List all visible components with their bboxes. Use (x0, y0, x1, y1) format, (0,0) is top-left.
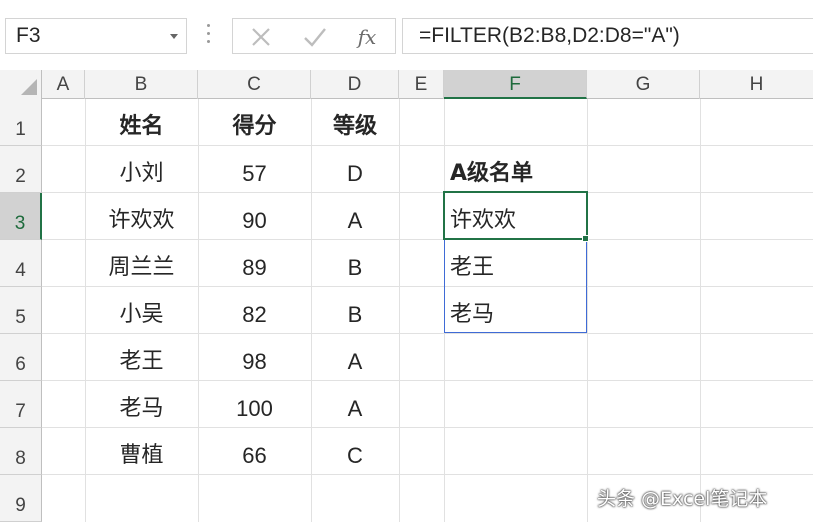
row-header-5[interactable]: 5 (0, 287, 42, 334)
cell-grade[interactable]: B (311, 240, 399, 287)
row-header-7[interactable]: 7 (0, 381, 42, 428)
name-box-dropdown-icon[interactable] (170, 34, 178, 39)
formula-input[interactable]: =FILTER(B2:B8,D2:D8="A") (402, 18, 813, 54)
cell-score[interactable]: 57 (198, 146, 311, 193)
column-header-e[interactable]: E (399, 70, 444, 99)
cell-score[interactable]: 90 (198, 193, 311, 240)
column-header-c[interactable]: C (198, 70, 311, 99)
cell-name[interactable]: 老马 (85, 381, 198, 428)
column-header-b[interactable]: B (85, 70, 198, 99)
name-box-value: F3 (16, 24, 41, 47)
column-header-g[interactable]: G (587, 70, 700, 99)
enter-check-icon[interactable] (301, 23, 329, 51)
cell-name[interactable]: 曹植 (85, 428, 198, 475)
row-header-1[interactable]: 1 (0, 99, 42, 146)
active-cell-border (443, 191, 588, 240)
cell-grade[interactable]: C (311, 428, 399, 475)
cell-score[interactable]: 82 (198, 287, 311, 334)
cell-score[interactable]: 89 (198, 240, 311, 287)
column-header-f[interactable]: F (444, 70, 587, 99)
header-cell-name[interactable]: 姓名 (85, 99, 198, 146)
watermark: 头条 @Excel笔记本 (597, 488, 768, 510)
column-header-a[interactable]: A (42, 70, 85, 99)
cell-grade[interactable]: A (311, 334, 399, 381)
cell-score[interactable]: 66 (198, 428, 311, 475)
row-header-6[interactable]: 6 (0, 334, 42, 381)
worksheet-grid[interactable]: A B C D E F G H 1 2 3 4 5 6 7 8 9 姓名 得分 … (0, 70, 813, 522)
insert-function-icon[interactable]: fx (353, 23, 381, 51)
cell-grade[interactable]: A (311, 193, 399, 240)
cell-name[interactable]: 周兰兰 (85, 240, 198, 287)
cell-grade[interactable]: D (311, 146, 399, 193)
cell-name[interactable]: 小吴 (85, 287, 198, 334)
row-header-3[interactable]: 3 (0, 193, 42, 240)
cancel-icon[interactable] (247, 23, 275, 51)
cell-score[interactable]: 100 (198, 381, 311, 428)
fill-handle[interactable] (582, 235, 589, 242)
name-box[interactable]: F3 (5, 18, 187, 54)
cell-name[interactable]: 小刘 (85, 146, 198, 193)
cell-name[interactable]: 许欢欢 (85, 193, 198, 240)
formula-buttons: fx (232, 18, 396, 54)
formula-bar: F3 fx =FILTER(B2:B8,D2:D8="A") (0, 0, 813, 68)
column-header-h[interactable]: H (700, 70, 813, 99)
formula-text: =FILTER(B2:B8,D2:D8="A") (419, 24, 680, 47)
formula-bar-resize-handle[interactable] (205, 24, 211, 46)
header-cell-score[interactable]: 得分 (198, 99, 311, 146)
row-header-9[interactable]: 9 (0, 475, 42, 522)
header-cell-grade[interactable]: 等级 (311, 99, 399, 146)
cell-name[interactable]: 老王 (85, 334, 198, 381)
row-header-8[interactable]: 8 (0, 428, 42, 475)
column-header-d[interactable]: D (311, 70, 399, 99)
cell-grade[interactable]: B (311, 287, 399, 334)
row-header-2[interactable]: 2 (0, 146, 42, 193)
row-header-4[interactable]: 4 (0, 240, 42, 287)
select-all-button[interactable] (0, 70, 42, 99)
result-title-cell[interactable]: A级名单 (444, 146, 587, 193)
cell-grade[interactable]: A (311, 381, 399, 428)
cell-score[interactable]: 98 (198, 334, 311, 381)
